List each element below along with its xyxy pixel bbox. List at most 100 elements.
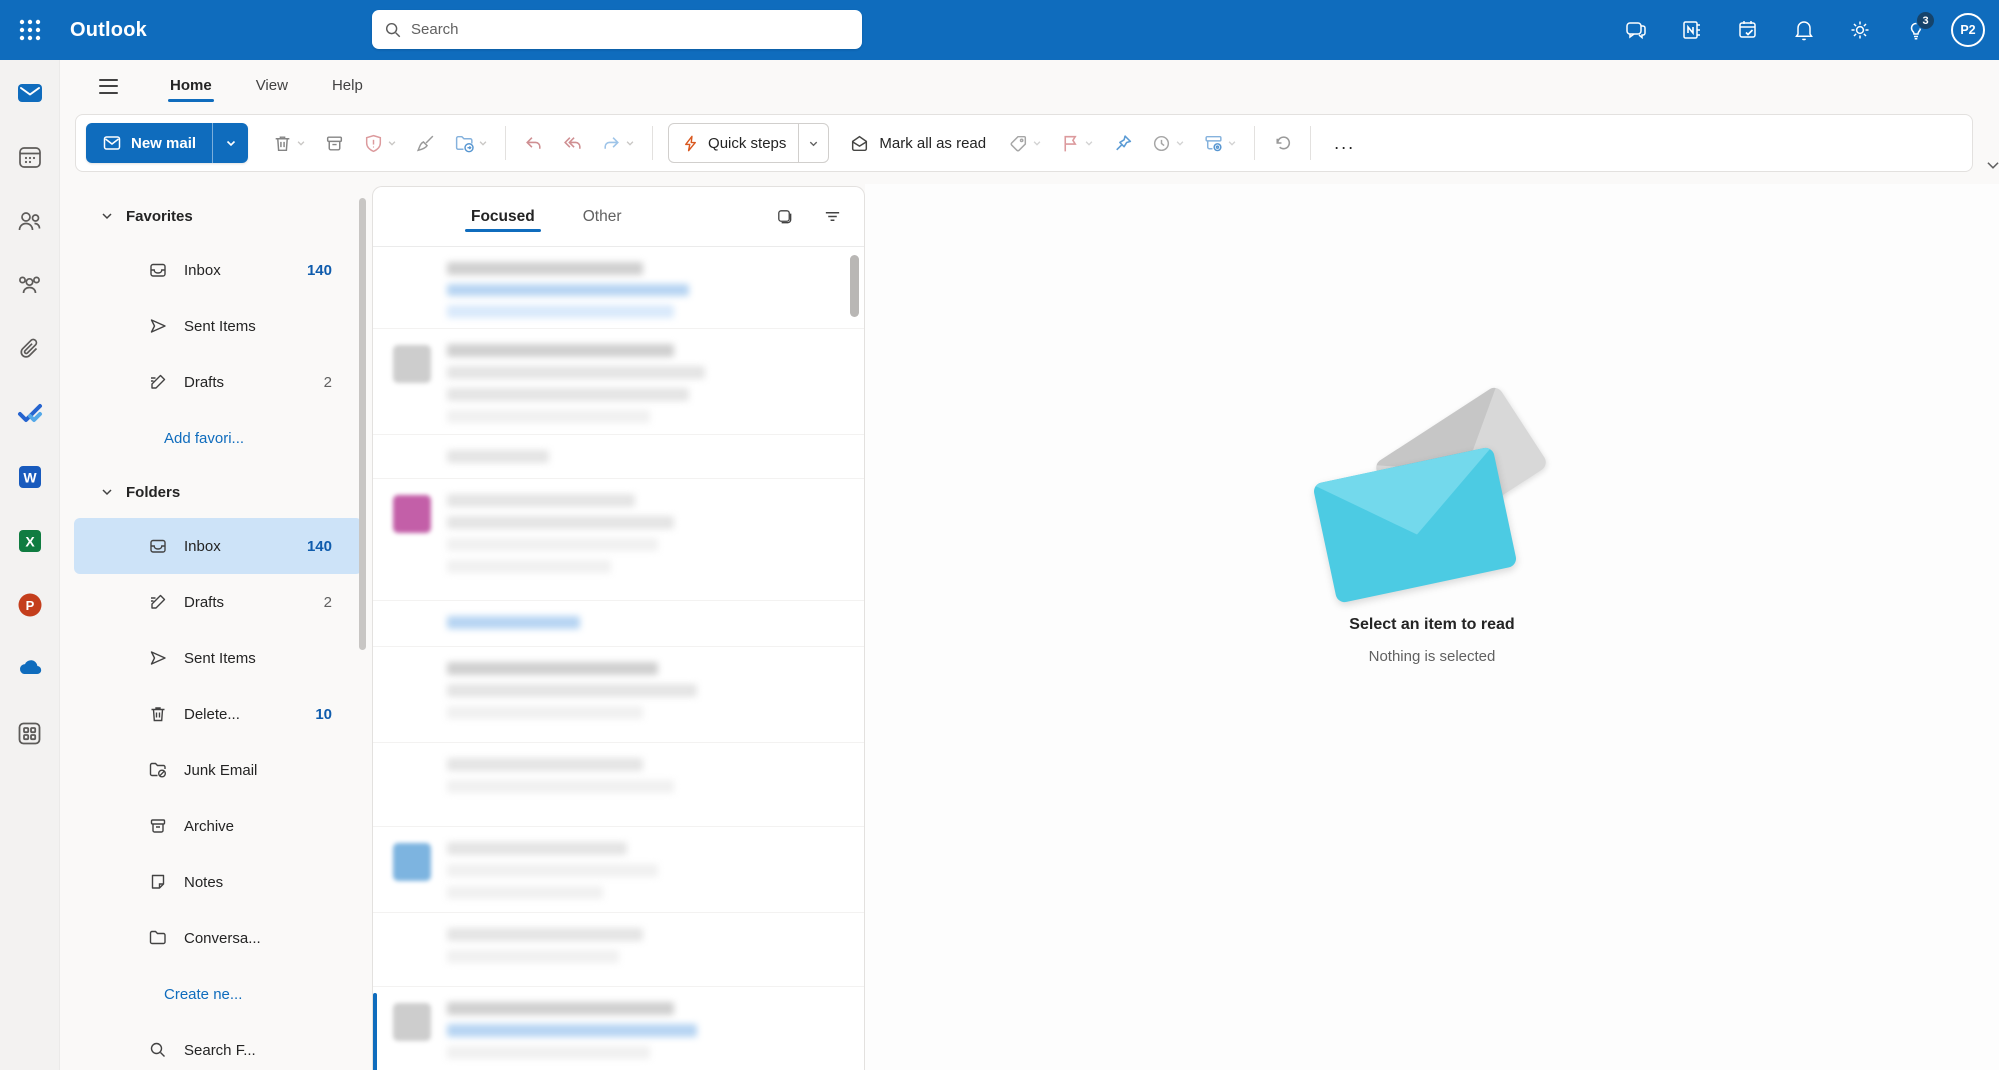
- content-area: Favorites Inbox 140 S: [60, 184, 1999, 1070]
- email-item[interactable]: [373, 743, 864, 827]
- flag-button[interactable]: [1052, 123, 1102, 163]
- command-toolbar: New mail: [75, 114, 1973, 172]
- favorite-inbox[interactable]: Inbox 140: [74, 242, 362, 298]
- folder-pane: Favorites Inbox 140 S: [60, 184, 372, 1070]
- drafts-pencil-icon: [148, 372, 168, 392]
- reply-all-button[interactable]: [554, 123, 591, 163]
- app-launcher-button[interactable]: [0, 0, 60, 60]
- pin-button[interactable]: [1104, 123, 1141, 163]
- email-item[interactable]: [373, 827, 864, 913]
- rail-more-apps-button[interactable]: [13, 716, 47, 750]
- toolbar-divider: [505, 126, 506, 160]
- email-item[interactable]: [373, 435, 864, 479]
- email-list-body: [373, 247, 864, 1070]
- favorites-section-header[interactable]: Favorites: [60, 190, 372, 242]
- new-mail-dropdown[interactable]: [212, 123, 248, 163]
- report-button[interactable]: [355, 123, 405, 163]
- mark-all-read-button[interactable]: Mark all as read: [837, 123, 998, 163]
- folder-label: Archive: [184, 818, 234, 835]
- email-item[interactable]: [373, 647, 864, 743]
- folder-label: Sent Items: [184, 318, 256, 335]
- rail-excel-button[interactable]: X: [13, 524, 47, 558]
- quick-steps-dropdown[interactable]: [798, 124, 828, 162]
- tab-view[interactable]: View: [238, 69, 306, 104]
- categorize-button[interactable]: [1000, 123, 1050, 163]
- send-icon: [148, 648, 168, 668]
- folder-notes[interactable]: Notes: [74, 854, 362, 910]
- tab-help[interactable]: Help: [314, 69, 381, 104]
- folder-drafts[interactable]: Drafts 2: [74, 574, 362, 630]
- folder-archive[interactable]: Archive: [74, 798, 362, 854]
- new-mail-button[interactable]: New mail: [86, 123, 248, 163]
- delete-button[interactable]: [264, 123, 314, 163]
- email-item[interactable]: [373, 247, 864, 329]
- nav-toggle-button[interactable]: [88, 68, 128, 104]
- notifications-button[interactable]: [1783, 9, 1825, 51]
- archive-icon: [324, 133, 345, 154]
- move-to-button[interactable]: [446, 123, 496, 163]
- rail-groups-button[interactable]: [13, 268, 47, 302]
- folder-sent-items[interactable]: Sent Items: [74, 630, 362, 686]
- rail-todo-button[interactable]: [13, 396, 47, 430]
- more-commands-button[interactable]: ...: [1320, 123, 1369, 163]
- mark-all-read-label: Mark all as read: [879, 135, 986, 152]
- create-new-folder-link[interactable]: Create ne...: [74, 966, 362, 1022]
- add-favorite-link[interactable]: Add favori...: [74, 410, 362, 466]
- toolbar-divider: [1310, 126, 1311, 160]
- settings-button[interactable]: [1839, 9, 1881, 51]
- onenote-feed-button[interactable]: [1671, 9, 1713, 51]
- rail-mail-button[interactable]: [13, 76, 47, 110]
- forward-button[interactable]: [593, 123, 643, 163]
- email-item[interactable]: [373, 913, 864, 987]
- unread-count: 140: [307, 262, 332, 279]
- rail-calendar-button[interactable]: [13, 140, 47, 174]
- folder-inbox[interactable]: Inbox 140: [74, 518, 362, 574]
- snooze-button[interactable]: [1143, 123, 1193, 163]
- email-item[interactable]: [373, 601, 864, 647]
- chat-button[interactable]: [1615, 9, 1657, 51]
- folder-label: Sent Items: [184, 650, 256, 667]
- bell-icon: [1792, 18, 1816, 42]
- empty-state: Select an item to read Nothing is select…: [1282, 409, 1582, 665]
- rules-button[interactable]: [1195, 123, 1245, 163]
- folder-pane-scrollbar[interactable]: [359, 198, 366, 650]
- sweep-button[interactable]: [407, 123, 444, 163]
- favorite-drafts[interactable]: Drafts 2: [74, 354, 362, 410]
- groups-icon: [16, 272, 43, 299]
- email-preview-lines: [447, 613, 838, 636]
- chevron-down-icon: [1227, 138, 1237, 148]
- folders-section-header[interactable]: Folders: [60, 466, 372, 518]
- folder-conversation-history[interactable]: Conversa...: [74, 910, 362, 966]
- undo-button[interactable]: [1264, 123, 1301, 163]
- rail-people-button[interactable]: [13, 204, 47, 238]
- toolbar-divider: [1254, 126, 1255, 160]
- quick-steps-button[interactable]: Quick steps: [668, 123, 829, 163]
- rail-powerpoint-button[interactable]: P: [13, 588, 47, 622]
- rail-onedrive-button[interactable]: [13, 652, 47, 686]
- email-item[interactable]: [373, 987, 864, 1070]
- folder-deleted-items[interactable]: Delete... 10: [74, 686, 362, 742]
- folder-junk-email[interactable]: Junk Email: [74, 742, 362, 798]
- chevron-down-icon: [1984, 156, 1999, 174]
- search-bar[interactable]: [372, 10, 862, 49]
- collapse-ribbon-button[interactable]: [1984, 156, 1999, 179]
- favorite-sent-items[interactable]: Sent Items: [74, 298, 362, 354]
- archive-button[interactable]: [316, 123, 353, 163]
- cyan-envelope-graphic: [1312, 446, 1517, 604]
- tab-home[interactable]: Home: [152, 69, 230, 104]
- filter-button[interactable]: [818, 203, 846, 231]
- tab-other[interactable]: Other: [581, 192, 624, 242]
- tab-focused[interactable]: Focused: [469, 192, 537, 242]
- my-day-button[interactable]: [1727, 9, 1769, 51]
- search-input[interactable]: [411, 21, 850, 38]
- folder-search-folders[interactable]: Search F...: [74, 1022, 362, 1070]
- account-avatar[interactable]: P2: [1951, 13, 1985, 47]
- email-item[interactable]: [373, 329, 864, 435]
- reply-button[interactable]: [515, 123, 552, 163]
- rail-word-button[interactable]: W: [13, 460, 47, 494]
- email-item[interactable]: [373, 479, 864, 601]
- rail-files-button[interactable]: [13, 332, 47, 366]
- email-preview-lines: [447, 659, 838, 732]
- select-messages-button[interactable]: [770, 203, 798, 231]
- tips-button[interactable]: 3: [1895, 9, 1937, 51]
